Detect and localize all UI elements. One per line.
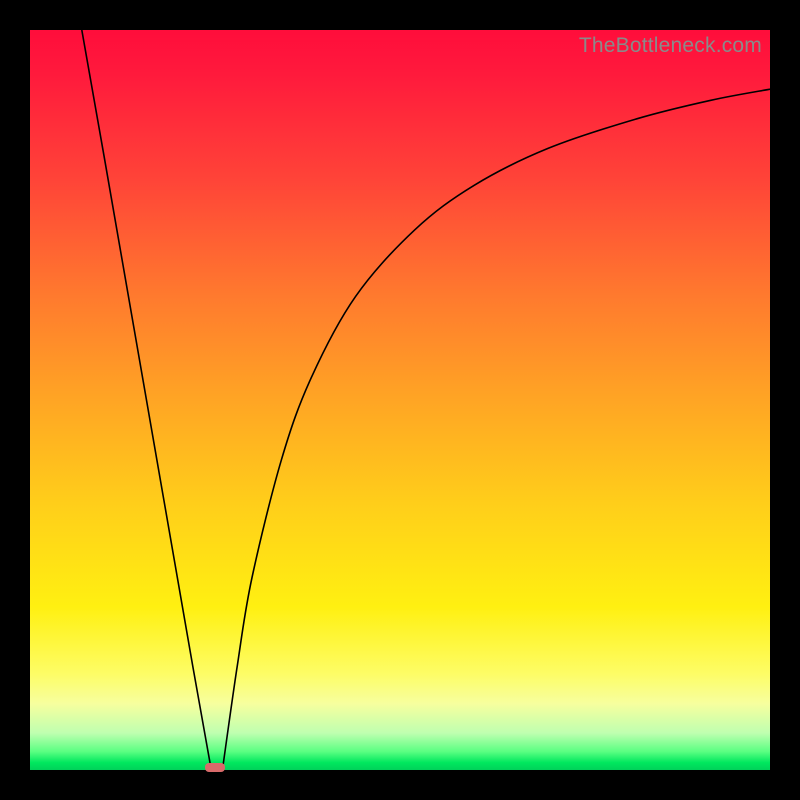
curve-right-branch — [222, 89, 770, 770]
plot-area: TheBottleneck.com — [30, 30, 770, 770]
chart-frame: TheBottleneck.com — [0, 0, 800, 800]
optimal-point-marker — [205, 763, 225, 772]
curve-left-branch — [82, 30, 212, 770]
curve-layer — [30, 30, 770, 770]
